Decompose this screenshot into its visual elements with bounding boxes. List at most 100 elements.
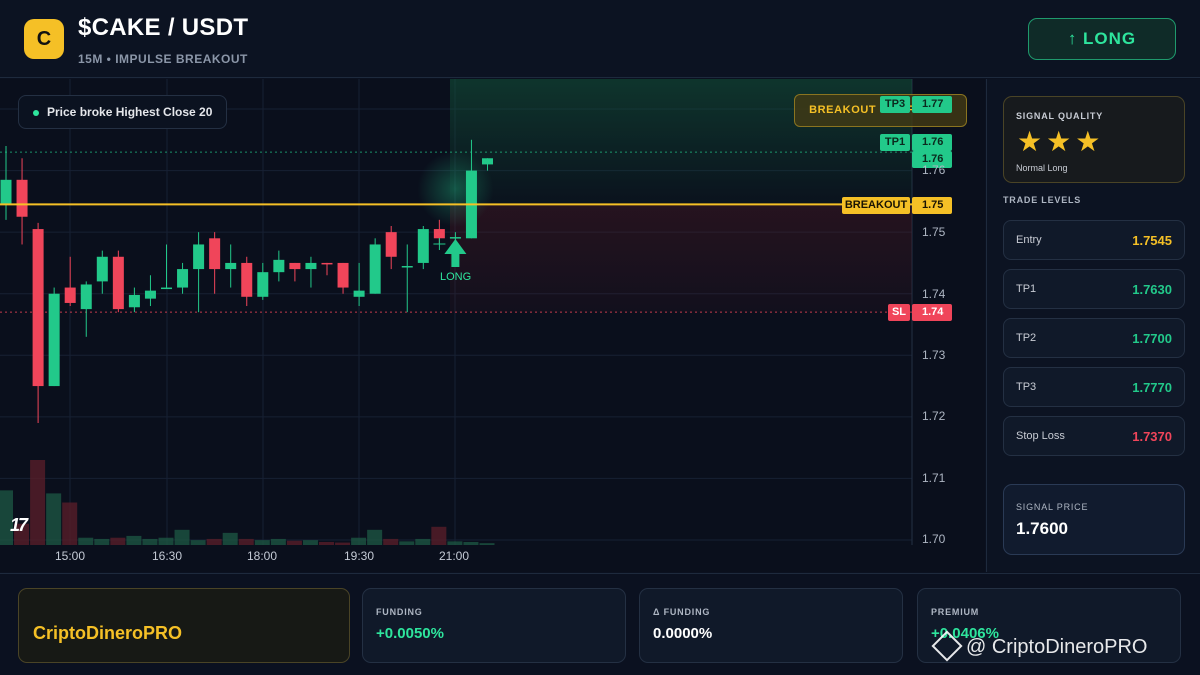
candle-body xyxy=(64,287,76,303)
level-name: TP3 xyxy=(1016,381,1037,393)
candle-body xyxy=(161,287,172,290)
candle-body xyxy=(96,256,108,282)
price-axis-label: 1.73 xyxy=(922,348,946,362)
candle-body xyxy=(80,284,92,310)
candle-body xyxy=(417,229,429,263)
volume-bar xyxy=(190,540,206,545)
price-chart[interactable]: Price broke Highest Close 20 BREAKOUT CO… xyxy=(0,79,985,572)
signal-panel: SIGNAL QUALITY ★★★ Normal Long TRADE LEV… xyxy=(986,79,1200,572)
candle-body xyxy=(48,293,60,387)
chart-canvas[interactable] xyxy=(0,79,985,572)
volume-bar xyxy=(158,537,174,545)
breakout-info-text: Price broke Highest Close 20 xyxy=(47,105,213,119)
time-axis-label: 16:30 xyxy=(152,549,183,563)
crosshair-icon xyxy=(433,238,446,250)
status-dot-icon xyxy=(33,110,39,116)
volume-bar xyxy=(335,542,351,545)
volume-bar xyxy=(46,493,62,545)
price-axis-label: 1.76 xyxy=(922,163,946,177)
signal-price-card: SIGNAL PRICE 1.7600 xyxy=(1003,484,1185,555)
volume-bar xyxy=(367,529,383,545)
watermark: @ CriptoDineroPRO xyxy=(931,630,1148,662)
price-axis-label: 1.71 xyxy=(922,471,946,485)
quality-stars-icon: ★★★ xyxy=(1017,126,1105,157)
candle-body xyxy=(385,232,397,257)
candle-body xyxy=(177,269,189,288)
tp1-line-label: TP1 xyxy=(880,134,910,151)
candle-body xyxy=(225,262,237,270)
signal-quality-title: SIGNAL QUALITY xyxy=(1016,111,1104,121)
candle-body xyxy=(0,179,12,205)
candle-body xyxy=(209,238,221,270)
candle-body xyxy=(321,262,333,265)
time-axis-label: 21:00 xyxy=(439,549,470,563)
price-axis-label: 1.74 xyxy=(922,287,946,301)
level-value: 1.7545 xyxy=(1132,233,1172,248)
candle-body xyxy=(32,229,44,387)
tp3-line-label: TP3 xyxy=(880,96,910,113)
candle-body xyxy=(128,294,140,308)
app-root: C $CAKE / USDT 15M • IMPULSE BREAKOUT ↑ … xyxy=(0,0,1200,675)
volume-bar xyxy=(174,529,190,545)
level-name: TP2 xyxy=(1016,332,1037,344)
level-value: 1.7370 xyxy=(1132,429,1172,444)
volume-bar xyxy=(62,502,78,545)
volume-bar xyxy=(206,538,222,545)
candle-body xyxy=(369,244,381,294)
level-tp1: TP1 1.7630 xyxy=(1003,269,1185,309)
volume-bar xyxy=(431,526,447,545)
candle-body xyxy=(273,259,285,273)
stat-title: PREMIUM xyxy=(931,607,980,617)
price-axis-label: 1.75 xyxy=(922,225,946,239)
header: C $CAKE / USDT 15M • IMPULSE BREAKOUT ↑ … xyxy=(0,0,1200,78)
candle-body xyxy=(144,290,156,299)
sl-line-label: SL xyxy=(888,304,910,321)
level-name: Stop Loss xyxy=(1016,430,1065,442)
level-stop-loss: Stop Loss 1.7370 xyxy=(1003,416,1185,456)
price-axis-label: 1.70 xyxy=(922,532,946,546)
pair-subtitle: 15M • IMPULSE BREAKOUT xyxy=(78,52,248,66)
candle-body xyxy=(241,262,253,297)
stat-value: +0.0050% xyxy=(376,625,444,642)
sl-line-value: 1.74 xyxy=(912,304,952,321)
signal-quality-card: SIGNAL QUALITY ★★★ Normal Long xyxy=(1003,96,1185,183)
volume-bar xyxy=(110,537,126,545)
tp1-line-value: 1.76 xyxy=(912,134,952,151)
candle-body xyxy=(289,262,301,270)
tradingview-logo-icon: 17 xyxy=(10,515,28,535)
volume-bar xyxy=(479,543,495,545)
level-name: Entry xyxy=(1016,234,1042,246)
level-name: TP1 xyxy=(1016,283,1037,295)
volume-bar xyxy=(238,538,254,545)
volume-bar xyxy=(126,535,142,545)
volume-bar xyxy=(78,537,94,545)
trade-levels-title: TRADE LEVELS xyxy=(1003,195,1082,205)
breakout-info-badge: Price broke Highest Close 20 xyxy=(18,95,228,129)
signal-price-value: 1.7600 xyxy=(1016,519,1068,538)
candle-body xyxy=(353,290,365,297)
candle-body xyxy=(433,229,445,239)
level-tp3: TP3 1.7770 xyxy=(1003,367,1185,407)
long-direction-button[interactable]: ↑ LONG xyxy=(1028,18,1176,60)
volume-bar xyxy=(270,538,286,545)
volume-bar xyxy=(94,538,110,545)
price-axis-label: 1.72 xyxy=(922,409,946,423)
candle-body xyxy=(257,272,269,297)
quality-note: Normal Long xyxy=(1016,163,1068,173)
stat-value: 0.0000% xyxy=(653,625,713,642)
volume-bar xyxy=(351,537,367,545)
time-axis-label: 19:30 xyxy=(344,549,375,563)
volume-bar xyxy=(222,532,238,545)
signal-price-title: SIGNAL PRICE xyxy=(1016,502,1089,512)
candle-body xyxy=(449,237,461,239)
volume-bar xyxy=(30,460,46,545)
watermark-text: @ CriptoDineroPRO xyxy=(966,636,1148,658)
level-tp2: TP2 1.7700 xyxy=(1003,318,1185,358)
candle-body xyxy=(401,266,413,268)
delta-funding-card: Δ FUNDING 0.0000% xyxy=(639,588,903,663)
breakout-line-label: BREAKOUT xyxy=(842,197,910,214)
volume-bar xyxy=(142,538,158,545)
tp3-line-value: 1.77 xyxy=(912,96,952,113)
time-axis-label: 15:00 xyxy=(55,549,86,563)
risk-zone xyxy=(450,204,912,313)
